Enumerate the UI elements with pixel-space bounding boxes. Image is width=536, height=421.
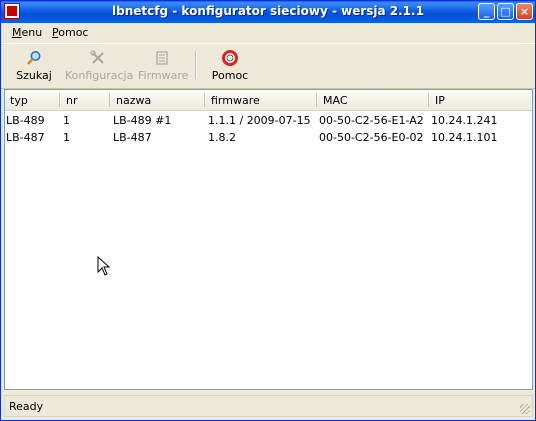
search-button[interactable]: Szukaj — [13, 46, 55, 84]
column-header-mac[interactable]: MAC — [323, 94, 348, 107]
column-header-ip[interactable]: IP — [435, 94, 445, 107]
cell-mac: 00-50-C2-56-E0-02 — [319, 131, 424, 144]
table-row[interactable]: LB-487 1 LB-487 1.8.2 00-50-C2-56-E0-02 … — [5, 129, 532, 146]
resize-grip-icon[interactable] — [520, 404, 530, 414]
cell-firmware: 1.8.2 — [208, 131, 236, 144]
title-bar[interactable]: lbnetcfg - konfigurator sieciowy - wersj… — [1, 1, 535, 23]
firmware-button[interactable]: Firmware — [138, 46, 188, 84]
column-header-typ[interactable]: typ — [10, 94, 28, 107]
column-header-nazwa[interactable]: nazwa — [116, 94, 151, 107]
column-divider[interactable] — [204, 93, 205, 107]
lifebuoy-icon — [222, 50, 238, 66]
minimize-button[interactable]: _ — [478, 3, 495, 20]
toolbar: Szukaj Konfiguracja Firmware Pomoc — [1, 43, 535, 89]
chip-icon — [156, 51, 168, 65]
cell-mac: 00-50-C2-56-E1-A2 — [319, 114, 424, 127]
close-button[interactable]: × — [516, 3, 533, 20]
mouse-pointer-icon — [97, 256, 111, 276]
table-row[interactable]: LB-489 1 LB-489 #1 1.1.1 / 2009-07-15 00… — [5, 112, 532, 129]
device-list[interactable]: typ nr nazwa firmware MAC IP LB-489 1 LB… — [4, 89, 533, 390]
configuration-button[interactable]: Konfiguracja — [65, 46, 133, 84]
window-title: lbnetcfg - konfigurator sieciowy - wersj… — [112, 4, 424, 18]
column-divider[interactable] — [316, 93, 317, 107]
magnifier-icon — [27, 51, 41, 65]
list-header: typ nr nazwa firmware MAC IP — [5, 90, 532, 111]
cell-typ: LB-487 — [6, 131, 45, 144]
main-window: lbnetcfg - konfigurator sieciowy - wersj… — [0, 0, 536, 421]
cell-nazwa: LB-489 #1 — [113, 114, 172, 127]
column-divider[interactable] — [59, 93, 60, 107]
tools-icon — [90, 50, 104, 64]
maximize-button[interactable]: □ — [497, 3, 514, 20]
menu-help[interactable]: Pomoc — [52, 26, 88, 39]
cell-nr: 1 — [63, 131, 70, 144]
menu-menu[interactable]: Menu — [12, 26, 42, 39]
cell-firmware: 1.1.1 / 2009-07-15 — [208, 114, 311, 127]
column-divider[interactable] — [428, 93, 429, 107]
cell-ip: 10.24.1.101 — [431, 131, 498, 144]
column-divider[interactable] — [109, 93, 110, 107]
help-button[interactable]: Pomoc — [207, 46, 253, 84]
column-header-nr[interactable]: nr — [66, 94, 78, 107]
cell-typ: LB-489 — [6, 114, 45, 127]
toolbar-separator — [195, 51, 197, 79]
cell-ip: 10.24.1.241 — [431, 114, 498, 127]
status-bar: Ready — [4, 395, 533, 417]
menu-bar: Menu Pomoc — [1, 23, 535, 42]
column-header-firmware[interactable]: firmware — [211, 94, 260, 107]
status-text: Ready — [9, 400, 44, 413]
cell-nazwa: LB-487 — [113, 131, 152, 144]
cell-nr: 1 — [63, 114, 70, 127]
